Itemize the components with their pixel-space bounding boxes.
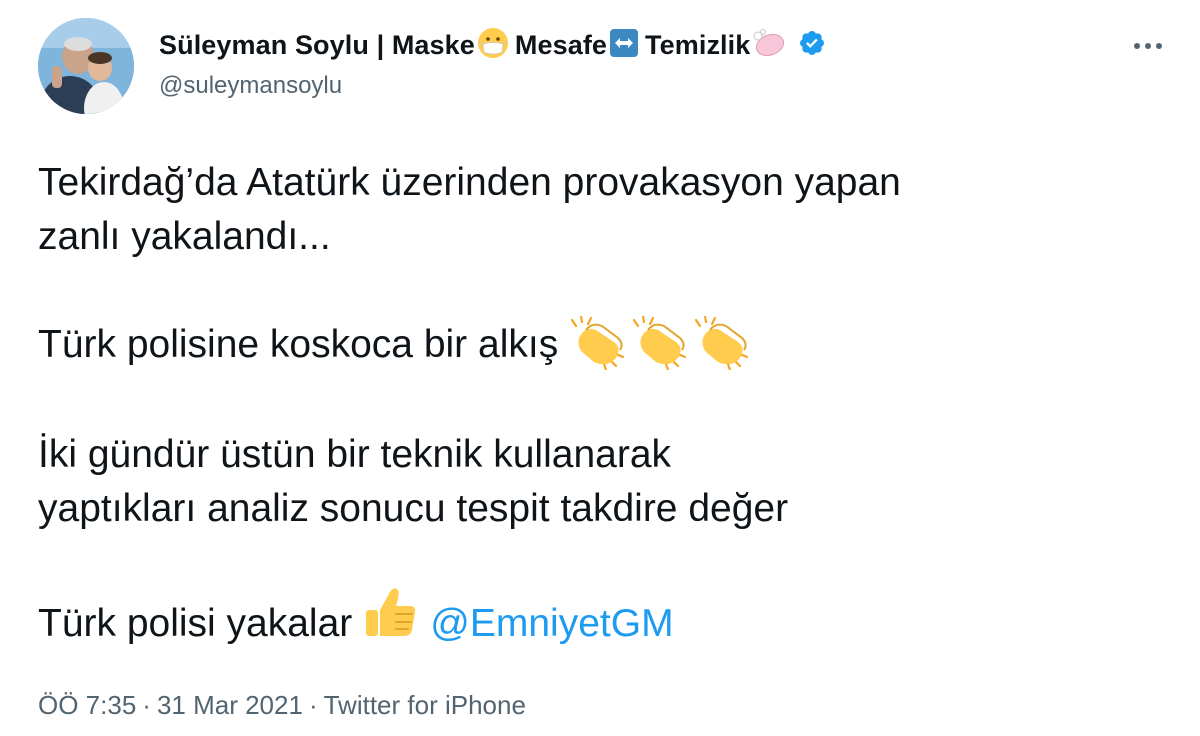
more-options-button[interactable] <box>1130 36 1166 56</box>
author-handle[interactable]: @suleymansoylu <box>159 72 342 100</box>
tweet-line: İki gündür üstün bir teknik kullanarak <box>38 432 672 476</box>
mention-link[interactable]: @EmniyetGM <box>430 602 673 645</box>
left-right-arrow-emoji-icon <box>609 28 639 63</box>
tweet-meta: ÖÖ 7:35 · 31 Mar 2021 · Twitter for iPhone <box>38 690 526 721</box>
verified-badge-icon <box>798 29 826 62</box>
tweet-paragraph: İki gündür üstün bir teknik kullanarak y… <box>38 428 1138 536</box>
tweet-line: yaptıkları analiz sonucu tespit takdire … <box>38 486 789 530</box>
tweet-time[interactable]: ÖÖ 7:35 <box>38 690 136 721</box>
tweet-card: Süleyman Soylu | Maske Mesafe Temizlik @… <box>0 0 1200 736</box>
tweet-text: Tekirdağ’da Atatürk üzerinden provakasyo… <box>38 156 1138 661</box>
tweet-line: Türk polisi yakalar <box>38 601 353 645</box>
soap-emoji-icon <box>752 28 786 63</box>
tweet-line: zanlı yakalandı... <box>38 215 331 258</box>
tweet-line: Tekirdağ’da Atatürk üzerinden provakasyo… <box>38 161 901 204</box>
author-name-part-2[interactable]: Mesafe <box>515 30 607 61</box>
clapping-hands-emoji-icon <box>633 315 687 370</box>
meta-separator: · <box>142 690 151 720</box>
thumbs-up-emoji-icon <box>362 584 418 655</box>
tweet-paragraph: Tekirdağ’da Atatürk üzerinden provakasyo… <box>38 156 1138 264</box>
author-name-row[interactable]: Süleyman Soylu | Maske Mesafe Temizlik <box>159 26 826 64</box>
clapping-hands-emoji-icon <box>695 315 749 370</box>
avatar[interactable] <box>38 18 134 114</box>
tweet-source[interactable]: Twitter for iPhone <box>324 690 526 721</box>
more-dots-icon <box>1134 43 1162 49</box>
clapping-hands-emoji-group <box>570 315 752 370</box>
tweet-paragraph: Türk polisine koskoca bir alkış <box>38 315 1138 374</box>
mask-face-emoji-icon <box>477 27 509 64</box>
author-display-name[interactable]: Süleyman Soylu | Maske <box>159 30 475 61</box>
author-name-part-3[interactable]: Temizlik <box>645 30 750 61</box>
tweet-date[interactable]: 31 Mar 2021 <box>157 690 303 721</box>
tweet-paragraph: Türk polisi yakalar @EmniyetGM <box>38 588 1138 661</box>
tweet-line: Türk polisine koskoca bir alkış <box>38 323 559 366</box>
avatar-photo <box>38 18 134 114</box>
clapping-hands-emoji-icon <box>571 315 625 370</box>
meta-separator: · <box>308 690 318 720</box>
